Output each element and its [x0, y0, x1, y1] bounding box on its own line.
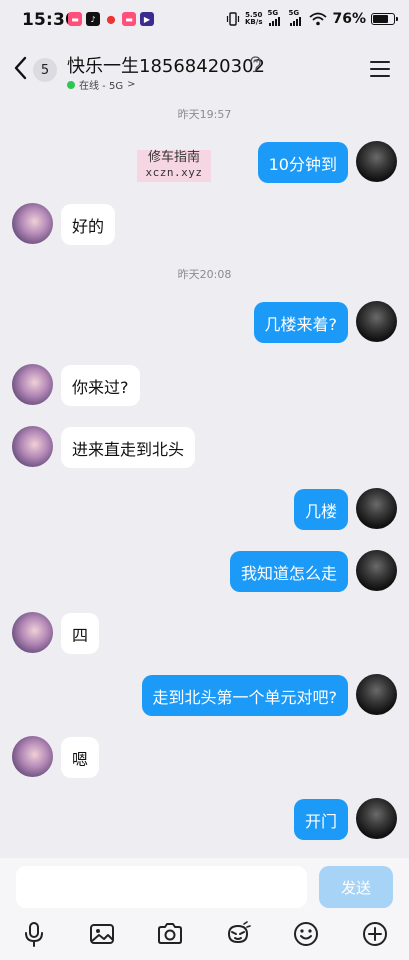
avatar[interactable] — [356, 674, 397, 715]
back-button[interactable] — [10, 54, 32, 82]
message-bubble[interactable]: 嗯 — [61, 737, 100, 778]
avatar[interactable] — [12, 426, 53, 467]
avatar[interactable] — [12, 612, 53, 653]
avatar[interactable] — [12, 203, 53, 244]
message-bubble[interactable]: 进来直走到北头 — [61, 427, 196, 468]
emoji-icon[interactable] — [292, 920, 320, 948]
message-bubble[interactable]: 几楼来着? — [253, 302, 348, 343]
play-icon: ▶ — [140, 12, 154, 26]
notification-icons: ▬ ♪ ⬤ ▬ ▶ — [68, 12, 154, 26]
presence-text: 在线 - 5G — [79, 81, 124, 92]
location-icon: ⬤ — [106, 14, 116, 24]
app-notification-icon: ▬ — [122, 12, 136, 26]
message-bubble[interactable]: 好的 — [61, 204, 116, 245]
plus-icon[interactable] — [361, 920, 389, 948]
avatar[interactable] — [356, 488, 397, 529]
avatar[interactable] — [356, 798, 397, 839]
wifi-icon — [309, 12, 328, 26]
contact-name[interactable]: 快乐一生18568420302 — [67, 52, 265, 78]
message-row: 走到北头第一个单元对吧? — [0, 674, 409, 718]
app-notification-icon: ▬ — [68, 12, 82, 26]
message-bubble[interactable]: 开门 — [293, 799, 348, 840]
composer: 发送 — [0, 858, 409, 960]
sticker-icon[interactable] — [224, 920, 252, 948]
message-input[interactable] — [16, 866, 307, 908]
timestamp-separator: 昨天19:57 — [177, 108, 232, 121]
menu-button[interactable] — [369, 60, 391, 78]
vibrate-icon — [226, 12, 240, 26]
message-row: 四 — [0, 612, 409, 656]
image-icon[interactable] — [88, 920, 116, 948]
microphone-icon[interactable] — [20, 920, 48, 948]
message-row: 进来直走到北头 — [0, 426, 409, 470]
message-row: 几楼 — [0, 488, 409, 532]
send-button[interactable]: 发送 — [319, 866, 393, 908]
message-list[interactable]: 昨天19:57 修车指南 xczn.xyz 10分钟到 好的 昨天20:08 几… — [0, 98, 409, 858]
message-row: 10分钟到 — [0, 141, 409, 185]
chat-header: 5 快乐一生18568420302 在线 - 5G > — [0, 42, 409, 98]
ear-icon — [250, 56, 261, 73]
avatar[interactable] — [12, 364, 53, 405]
tiktok-icon: ♪ — [86, 12, 100, 26]
message-row: 好的 — [0, 203, 409, 247]
message-bubble[interactable]: 走到北头第一个单元对吧? — [141, 675, 348, 716]
avatar[interactable] — [356, 301, 397, 342]
chevron-right-icon: > — [127, 79, 136, 90]
avatar[interactable] — [356, 141, 397, 182]
battery-percent: 76% — [332, 11, 366, 27]
battery-icon — [371, 13, 398, 25]
net-speed: 5.50 KB/s — [245, 11, 263, 26]
message-bubble[interactable]: 我知道怎么走 — [229, 551, 348, 592]
unread-count-badge[interactable]: 5 — [33, 58, 57, 82]
camera-icon[interactable] — [156, 920, 184, 948]
message-bubble[interactable]: 几楼 — [293, 489, 348, 530]
timestamp-separator: 昨天20:08 — [177, 268, 232, 281]
message-row: 你来过? — [0, 364, 409, 408]
message-bubble[interactable]: 四 — [61, 613, 100, 654]
signal-icon: 5G — [267, 9, 283, 26]
message-bubble[interactable]: 10分钟到 — [257, 142, 348, 183]
presence-status[interactable]: 在线 - 5G > — [67, 77, 135, 92]
signal-icon: 5G — [288, 9, 304, 26]
message-row: 几楼来着? — [0, 301, 409, 345]
message-bubble[interactable]: 你来过? — [61, 365, 140, 406]
status-bar: 15:30 ▬ ♪ ⬤ ▬ ▶ 5.50 KB/s 5G 5G 76% — [0, 0, 409, 42]
avatar[interactable] — [356, 550, 397, 591]
message-row: 我知道怎么走 — [0, 550, 409, 594]
status-indicators: 5.50 KB/s 5G 5G 76% — [226, 9, 398, 27]
message-row: 开门 — [0, 798, 409, 842]
message-row: 嗯 — [0, 736, 409, 780]
avatar[interactable] — [12, 736, 53, 777]
online-dot — [67, 80, 75, 89]
